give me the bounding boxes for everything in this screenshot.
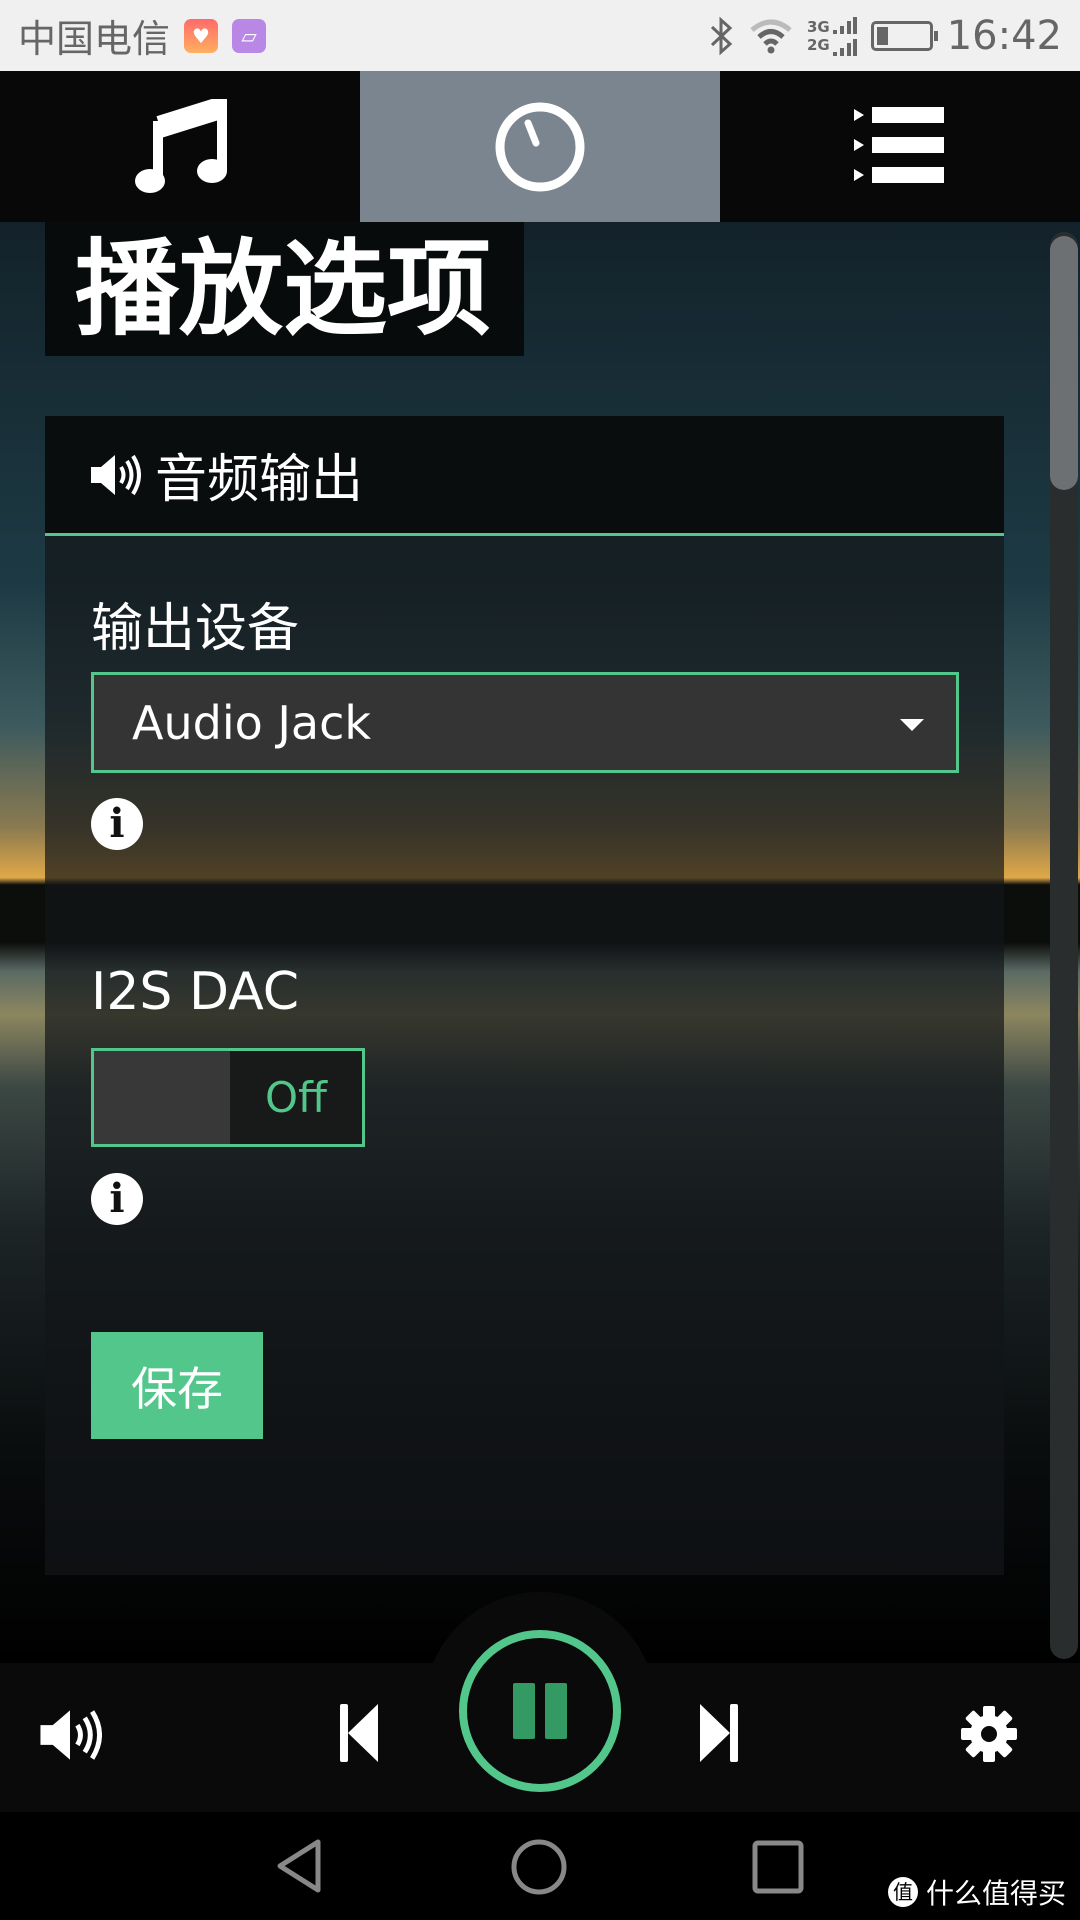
info-icon[interactable]: i	[91, 1173, 143, 1225]
network-2g: 2G	[806, 35, 830, 54]
bluetooth-icon	[710, 16, 733, 55]
audio-output-panel: 音频输出 输出设备 Audio Jack i I2S DAC Off i 保存	[45, 416, 1004, 1575]
scrollbar[interactable]	[1050, 232, 1078, 1659]
panel-header: 音频输出	[45, 416, 1004, 536]
clock: 16:42	[946, 12, 1062, 59]
health-app-icon: ♥	[184, 18, 219, 53]
play-pause-button[interactable]	[459, 1630, 621, 1792]
volume-icon[interactable]	[38, 1707, 102, 1763]
panel-header-title: 音频输出	[155, 450, 364, 510]
home-icon[interactable]	[510, 1838, 568, 1896]
carrier-name: 中国电信	[18, 17, 171, 61]
gallery-app-icon: ▱	[232, 18, 267, 53]
network-3g: 3G	[806, 17, 830, 36]
pause-icon	[513, 1683, 535, 1739]
chevron-down-icon	[900, 719, 924, 731]
save-button[interactable]: 保存	[91, 1332, 263, 1439]
playlist-icon	[854, 106, 944, 183]
tab-library[interactable]	[0, 71, 360, 222]
signal-icon	[832, 16, 857, 56]
wifi-icon	[750, 19, 792, 53]
previous-icon[interactable]	[340, 1704, 380, 1762]
battery-icon	[870, 20, 938, 51]
page-title: 播放选项	[45, 222, 524, 356]
output-device-value: Audio Jack	[132, 695, 372, 750]
scrollbar-thumb[interactable]	[1050, 236, 1078, 490]
output-device-select[interactable]: Audio Jack	[91, 672, 959, 773]
recents-icon[interactable]	[752, 1840, 804, 1894]
info-icon[interactable]: i	[91, 798, 143, 850]
next-icon[interactable]	[698, 1704, 738, 1762]
i2s-dac-label: I2S DAC	[91, 962, 300, 1022]
top-nav-tabs	[0, 71, 1080, 222]
pause-icon-bar	[545, 1683, 567, 1739]
watermark: 值 什么值得买	[887, 1872, 1066, 1912]
toggle-state: Off	[265, 1073, 327, 1122]
back-icon[interactable]	[274, 1838, 324, 1894]
volume-icon	[91, 454, 141, 495]
tab-playback[interactable]	[360, 71, 720, 222]
watermark-logo: 值	[887, 1877, 918, 1907]
gear-icon[interactable]	[960, 1705, 1018, 1763]
toggle-knob	[94, 1051, 230, 1144]
dial-icon	[495, 102, 585, 191]
music-note-icon	[135, 98, 227, 193]
status-bar: 中国电信 ♥ ▱ 3G 2G 16:42	[0, 0, 1080, 71]
tab-queue[interactable]	[720, 71, 1080, 222]
output-device-label: 输出设备	[91, 599, 300, 659]
watermark-text: 什么值得买	[925, 1877, 1066, 1910]
i2s-dac-toggle[interactable]: Off	[91, 1048, 365, 1147]
